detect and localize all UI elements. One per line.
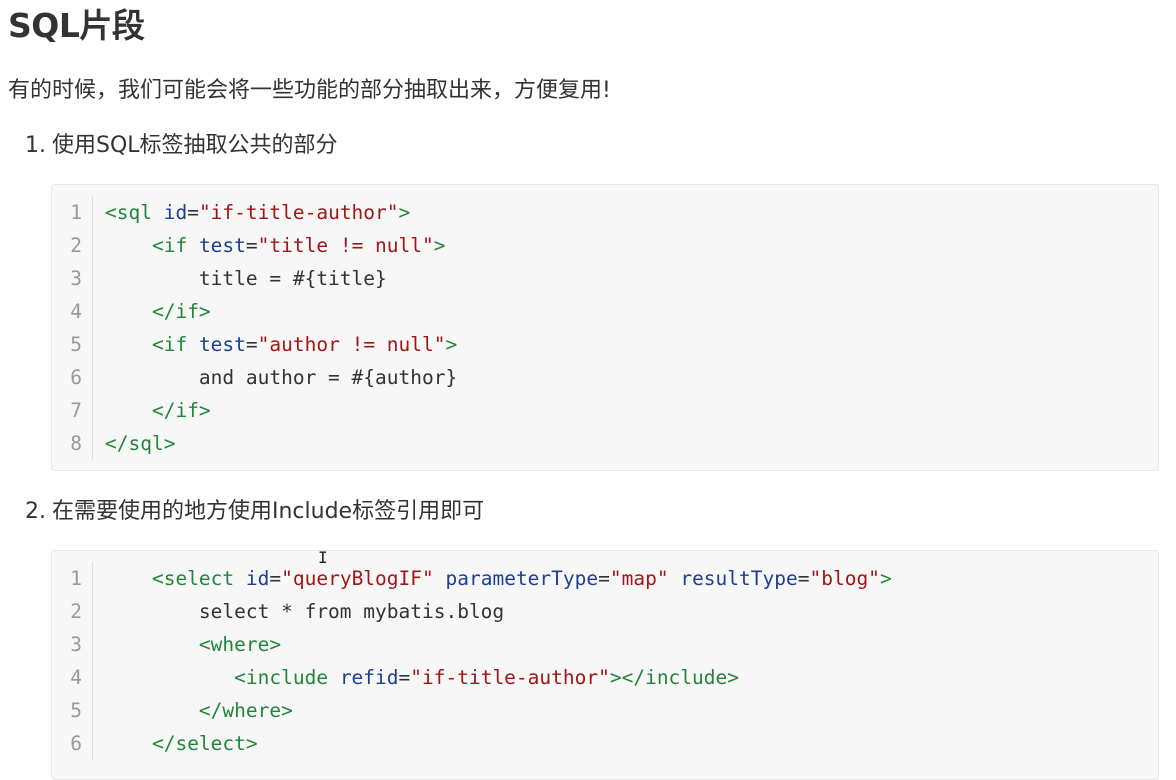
code-token: "author != null" bbox=[257, 333, 446, 356]
code-token: refid bbox=[339, 666, 399, 689]
code-token: title = #{title} bbox=[105, 267, 387, 290]
line-number: 7 bbox=[70, 399, 82, 422]
code-token: test bbox=[198, 333, 246, 356]
code-token: "queryBlogIF" bbox=[281, 567, 434, 590]
line-number: 1 bbox=[70, 567, 82, 590]
line-number: 3 bbox=[70, 633, 82, 656]
code-token: "if-title-author" bbox=[198, 201, 399, 224]
code-token: <where> bbox=[198, 633, 282, 656]
code-line: title = #{title} bbox=[105, 262, 457, 295]
code-content[interactable]: <sql id="if-title-author"> <if test="tit… bbox=[105, 196, 457, 460]
code-token: = bbox=[398, 666, 411, 689]
line-number: 5 bbox=[70, 333, 82, 356]
list-item-step-1: 1. 使用SQL标签抽取公共的部分 bbox=[25, 129, 338, 163]
code-token: "title != null" bbox=[257, 234, 434, 257]
code-block-include-usage[interactable]: 123456 <select id="queryBlogIF" paramete… bbox=[51, 550, 1159, 780]
code-token: test bbox=[198, 234, 246, 257]
code-token: <if bbox=[151, 234, 199, 257]
code-token: = bbox=[245, 234, 258, 257]
code-line: </select> bbox=[105, 727, 892, 760]
code-token: ></include> bbox=[609, 666, 739, 689]
line-number: 4 bbox=[70, 300, 82, 323]
code-token: > bbox=[433, 234, 446, 257]
code-token: <sql bbox=[105, 201, 164, 224]
code-token: </sql> bbox=[105, 432, 176, 455]
line-number: 3 bbox=[70, 267, 82, 290]
code-token: <select bbox=[151, 567, 246, 590]
intro-paragraph: 有的时候，我们可能会将一些功能的部分抽取出来，方便复用! bbox=[8, 78, 611, 103]
code-line: </sql> bbox=[105, 427, 457, 460]
code-line: <if test="title != null"> bbox=[105, 229, 457, 262]
code-token: </select> bbox=[151, 732, 258, 755]
code-token: resultType bbox=[680, 567, 798, 590]
code-token: "map" bbox=[609, 567, 669, 590]
code-token: > bbox=[445, 333, 458, 356]
line-number-gutter: 1 2 3 4 5 6 bbox=[52, 562, 93, 760]
line-number: 6 bbox=[70, 732, 82, 755]
code-line: </where> bbox=[105, 694, 892, 727]
code-token: = bbox=[269, 567, 282, 590]
line-number-gutter: 1 2 3 4 5 6 7 8 bbox=[52, 196, 93, 460]
list-number: 2. bbox=[25, 499, 46, 524]
list-item-text: 在需要使用的地方使用Include标签引用即可 bbox=[52, 499, 485, 524]
code-token: = bbox=[187, 201, 199, 224]
text-cursor-icon: I bbox=[318, 548, 328, 567]
code-token: = bbox=[598, 567, 610, 590]
code-token: <include bbox=[234, 666, 340, 689]
line-number: 2 bbox=[70, 234, 82, 257]
code-line: <if test="author != null"> bbox=[105, 328, 457, 361]
code-token: = bbox=[797, 567, 810, 590]
line-number: 2 bbox=[70, 600, 82, 623]
code-content[interactable]: <select id="queryBlogIF" parameterType="… bbox=[105, 562, 892, 760]
code-line: select * from mybatis.blog bbox=[105, 595, 892, 628]
code-line: and author = #{author} bbox=[105, 361, 457, 394]
code-token: <if bbox=[151, 333, 199, 356]
list-item-step-2: 2. 在需要使用的地方使用Include标签引用即可 bbox=[25, 495, 484, 529]
code-token: </if> bbox=[151, 300, 211, 323]
list-number: 1. bbox=[25, 133, 46, 158]
line-number: 1 bbox=[70, 201, 82, 224]
code-line: </if> bbox=[105, 295, 457, 328]
line-number: 8 bbox=[70, 432, 82, 455]
code-line: </if> bbox=[105, 394, 457, 427]
code-line: <include refid="if-title-author"></inclu… bbox=[105, 661, 892, 694]
code-token: select * from mybatis.blog bbox=[105, 600, 505, 623]
code-token: "if-title-author" bbox=[410, 666, 610, 689]
code-token: > bbox=[879, 567, 892, 590]
line-number: 6 bbox=[70, 366, 82, 389]
code-line: <select id="queryBlogIF" parameterType="… bbox=[105, 562, 892, 595]
code-token: > bbox=[398, 201, 411, 224]
code-token: parameterType bbox=[445, 567, 599, 590]
code-block-sql-snippet[interactable]: 12345678 <sql id="if-title-author"> <if … bbox=[51, 184, 1159, 471]
line-number: 5 bbox=[70, 699, 82, 722]
list-item-text: 使用SQL标签抽取公共的部分 bbox=[52, 133, 338, 158]
code-token: </if> bbox=[151, 399, 211, 422]
code-token: "blog" bbox=[809, 567, 880, 590]
code-token: </where> bbox=[198, 699, 293, 722]
code-line: <sql id="if-title-author"> bbox=[105, 196, 457, 229]
code-token: id bbox=[245, 567, 270, 590]
code-token: and author = #{author} bbox=[105, 366, 458, 389]
code-token: = bbox=[245, 333, 258, 356]
code-token: id bbox=[163, 201, 188, 224]
line-number: 4 bbox=[70, 666, 82, 689]
page-title: SQL片段 bbox=[8, 6, 145, 45]
code-line: <where> bbox=[105, 628, 892, 661]
